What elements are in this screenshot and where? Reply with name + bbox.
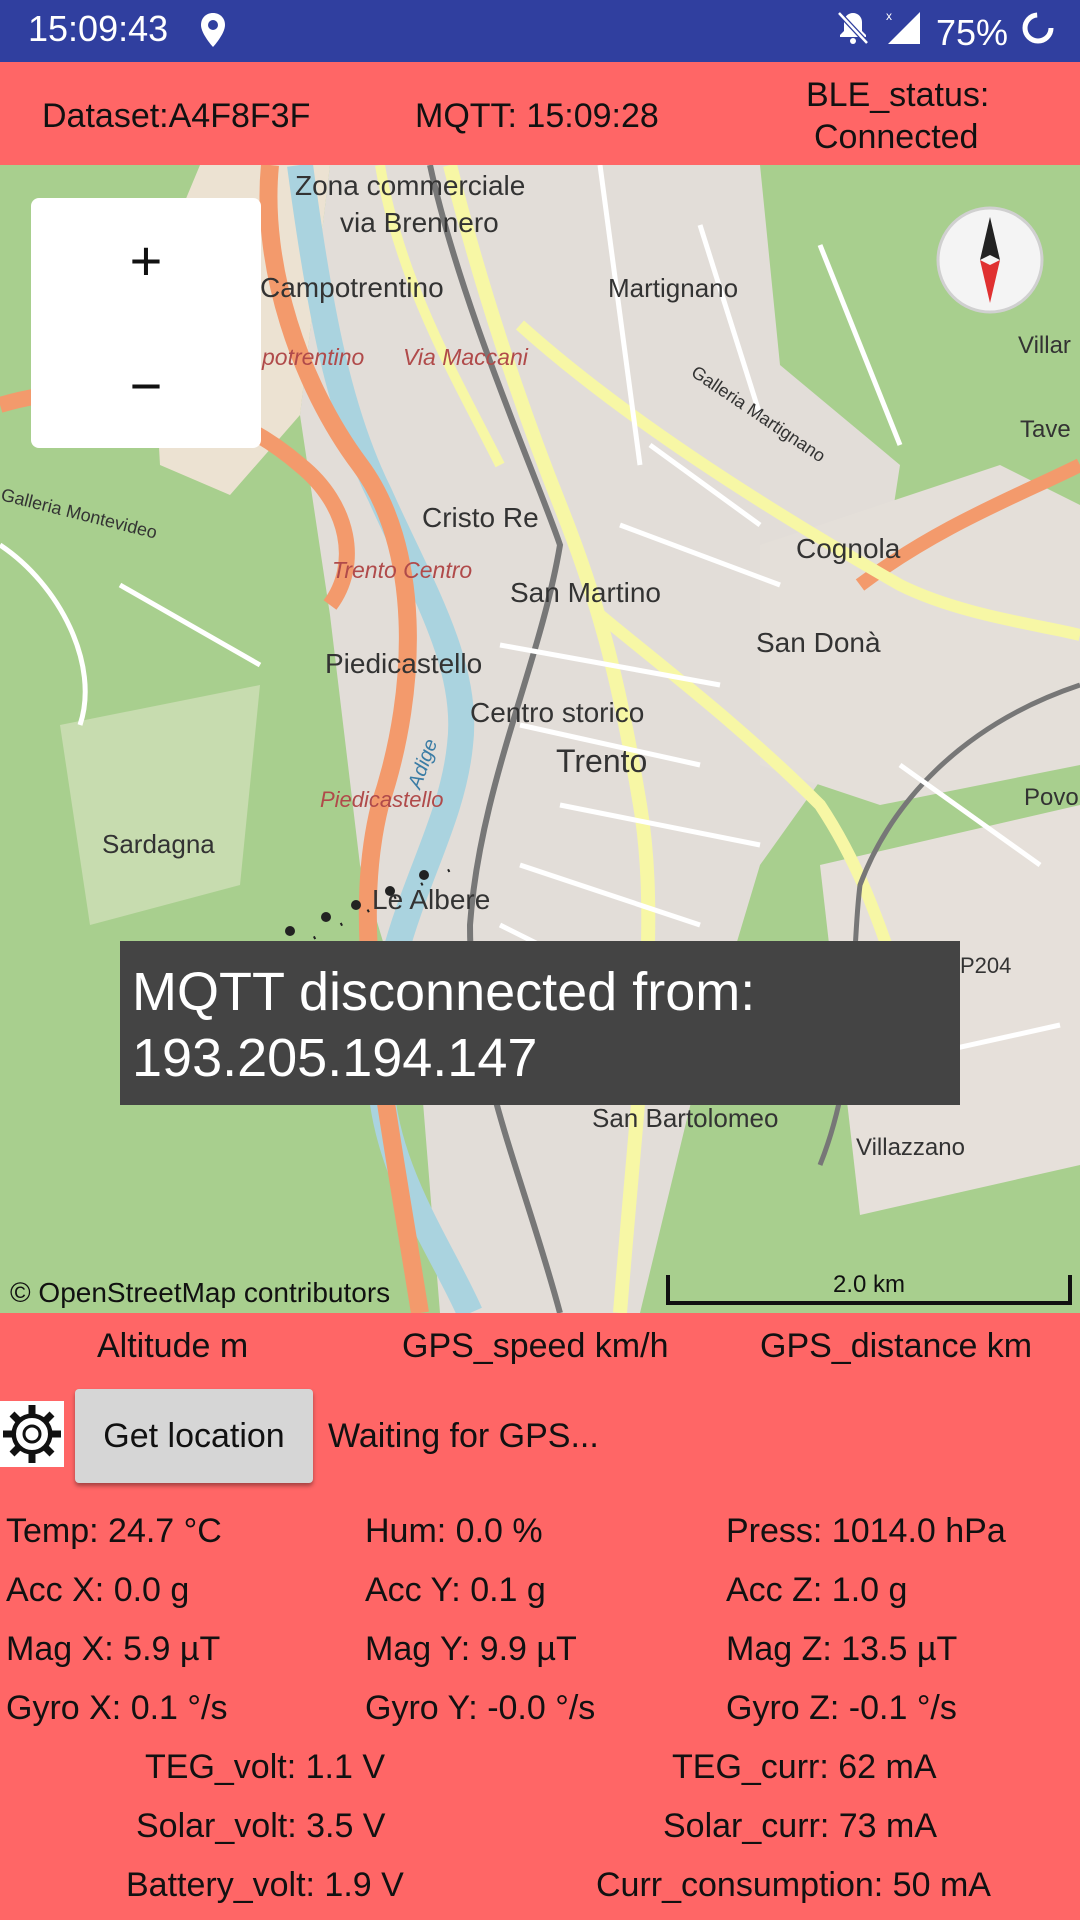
svg-text:Villar: Villar [1018, 332, 1071, 359]
mag-z-reading: Mag Z: 13.5 µT [726, 1630, 958, 1668]
svg-text:potrentino: potrentino [261, 344, 365, 370]
svg-text:San Martino: San Martino [510, 577, 661, 608]
battery-loading-icon [1020, 10, 1056, 55]
svg-text:Campotrentino: Campotrentino [260, 272, 444, 303]
svg-text:Centro storico: Centro storico [470, 697, 644, 728]
temp-reading: Temp: 24.7 °C [6, 1512, 222, 1550]
ble-status-value: Connected [814, 118, 979, 156]
svg-text:Trento Centro: Trento Centro [332, 557, 472, 583]
curr-consumption-reading: Curr_consumption: 50 mA [596, 1866, 991, 1904]
mqtt-label: MQTT: 15:09:28 [415, 97, 659, 135]
gyro-z-reading: Gyro Z: -0.1 °/s [726, 1689, 957, 1727]
svg-text:Cristo Re: Cristo Re [422, 502, 539, 533]
acc-z-reading: Acc Z: 1.0 g [726, 1571, 908, 1609]
notifications-off-icon [834, 9, 872, 56]
scale-label: 2.0 km [832, 1271, 906, 1298]
svg-text:Zona commerciale: Zona commerciale [295, 170, 525, 201]
svg-text:Cognola: Cognola [796, 533, 901, 564]
map-scale-bar: 2.0 km [666, 1271, 1072, 1305]
location-icon [200, 12, 226, 53]
gps-labels-row: Altitude m GPS_speed km/h GPS_distance k… [0, 1313, 1080, 1379]
map-attribution[interactable]: © OpenStreetMap contributors [10, 1277, 390, 1309]
altitude-label: Altitude m [97, 1327, 249, 1365]
toast-line-2: 193.205.194.147 [132, 1028, 538, 1088]
svg-text:Piedicastello: Piedicastello [325, 648, 482, 679]
app-header: Dataset:A4F8F3F MQTT: 15:09:28 BLE_statu… [0, 62, 1080, 165]
battery-percent: 75% [935, 11, 1008, 53]
gps-distance-label: GPS_distance km [760, 1327, 1033, 1365]
svg-text:x: x [886, 9, 892, 23]
zoom-controls: + − [31, 198, 261, 448]
svg-text:Tave: Tave [1020, 416, 1071, 443]
press-reading: Press: 1014.0 hPa [726, 1512, 1006, 1550]
mag-x-reading: Mag X: 5.9 µT [6, 1630, 221, 1668]
svg-text:San Donà: San Donà [756, 627, 881, 658]
zoom-out-button[interactable]: − [31, 323, 261, 448]
solar-curr-reading: Solar_curr: 73 mA [663, 1807, 937, 1845]
hum-reading: Hum: 0.0 % [365, 1512, 543, 1550]
status-right: x 75% [834, 8, 1056, 57]
gyro-x-reading: Gyro X: 0.1 °/s [6, 1689, 228, 1727]
svg-text:via Brennero: via Brennero [340, 207, 499, 238]
svg-text:Sardagna: Sardagna [102, 829, 215, 859]
ble-status-label: BLE_status: [806, 76, 990, 114]
status-bar: 15:09:43 x 75% [0, 0, 1080, 62]
get-location-button[interactable]: Get location [75, 1389, 313, 1483]
acc-y-reading: Acc Y: 0.1 g [365, 1571, 546, 1609]
svg-text:Martignano: Martignano [608, 273, 738, 303]
zoom-in-button[interactable]: + [31, 198, 261, 323]
svg-text:Trento: Trento [556, 743, 647, 779]
svg-text:San Bartolomeo: San Bartolomeo [592, 1103, 778, 1133]
acc-x-reading: Acc X: 0.0 g [6, 1571, 190, 1609]
svg-text:Le Albere: Le Albere [372, 884, 490, 915]
svg-text:Villazzano: Villazzano [856, 1134, 965, 1161]
gps-speed-label: GPS_speed km/h [402, 1327, 669, 1365]
battery-volt-reading: Battery_volt: 1.9 V [126, 1866, 404, 1904]
signal-icon: x [884, 8, 924, 57]
mqtt-toast: MQTT disconnected from: 193.205.194.147 [120, 941, 960, 1105]
teg-curr-reading: TEG_curr: 62 mA [672, 1748, 937, 1786]
status-time: 15:09:43 [28, 8, 169, 49]
toast-line-1: MQTT disconnected from: [132, 962, 756, 1022]
mag-y-reading: Mag Y: 9.9 µT [365, 1630, 577, 1668]
teg-volt-reading: TEG_volt: 1.1 V [145, 1748, 385, 1786]
compass-icon[interactable] [935, 205, 1045, 315]
svg-text:Via Maccani: Via Maccani [403, 344, 529, 370]
dataset-label: Dataset:A4F8F3F [42, 97, 311, 135]
solar-volt-reading: Solar_volt: 3.5 V [136, 1807, 386, 1845]
gps-status-text: Waiting for GPS... [328, 1417, 599, 1455]
gyro-y-reading: Gyro Y: -0.0 °/s [365, 1689, 596, 1727]
map-view[interactable]: Zona commerciale via Brennero Campotrent… [0, 165, 1080, 1313]
settings-gear-icon[interactable] [0, 1401, 64, 1467]
svg-text:P204: P204 [960, 953, 1011, 978]
svg-text:Povo: Povo [1024, 784, 1079, 811]
